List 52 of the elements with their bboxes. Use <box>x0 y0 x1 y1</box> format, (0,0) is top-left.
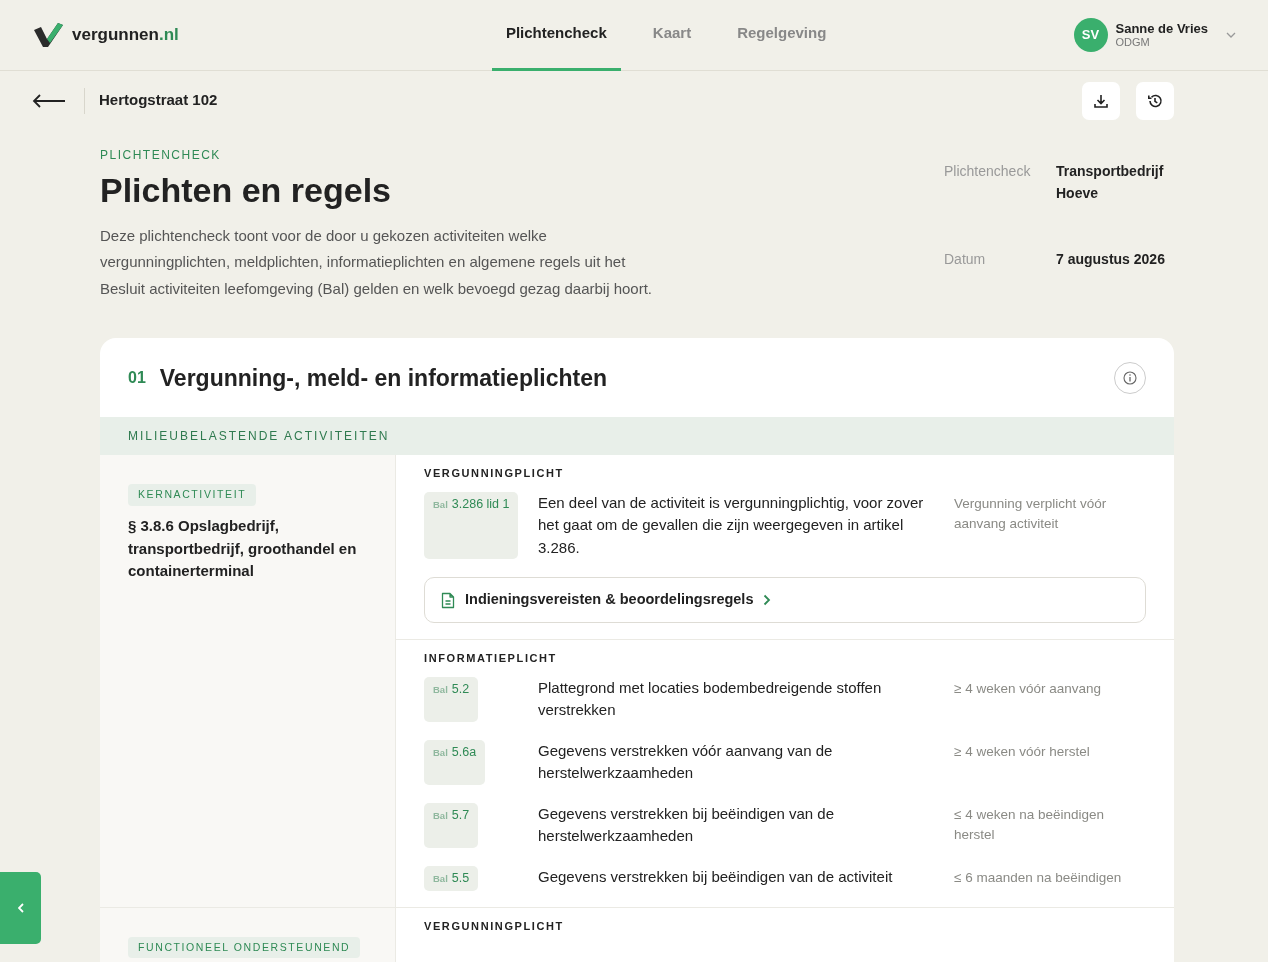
duty-heading: VERGUNNINGPLICHT <box>424 918 565 934</box>
article-reference[interactable]: Bal 5.2 <box>424 676 479 722</box>
article-reference[interactable]: Bal 3.286 lid 1 <box>424 491 519 560</box>
activity-tag: KERNACTIVITEIT <box>128 484 257 507</box>
history-button[interactable] <box>1136 81 1174 120</box>
history-icon <box>1147 92 1163 109</box>
download-button[interactable] <box>1082 81 1120 120</box>
user-organization: ODGM <box>1115 36 1151 49</box>
duty-term: ≥ 4 weken vóór herstel <box>954 742 1091 761</box>
duty-term: Vergunning verplicht vóór aanvang activiteit <box>954 494 1108 533</box>
group-header: MILIEUBELASTENDE ACTIVITEITEN <box>100 417 1174 456</box>
requirements-link[interactable]: Indieningsvereisten & beoordelingsregels <box>424 577 1146 624</box>
sidebar-toggle-button[interactable] <box>0 872 41 944</box>
duty-heading: VERGUNNINGPLICHT <box>424 466 565 482</box>
nav-tab[interactable]: Regelgeving <box>723 0 841 71</box>
duty-description: Een deel van de activiteit is vergunningplichtig, voor zover het gaat om de gevallen die zijn weergegeven in artikel 3.286. <box>538 492 925 558</box>
info-button[interactable] <box>1114 361 1146 394</box>
duty-description: Gegevens verstrekken bij beëindigen van de activiteit <box>538 866 894 887</box>
section-number: 01 <box>128 367 146 388</box>
duty-description: Gegevens verstrekken bij beëindigen van de herstelwerkzaamheden <box>538 803 836 847</box>
info-icon <box>1123 370 1137 385</box>
chevron-right-icon <box>763 594 772 607</box>
meta-label: Datum <box>944 250 987 270</box>
description-text: Deze plichtencheck toont voor de door u gekozen activiteiten welke vergunningplichten, meldplichten, informatieplichten en algemene regels uit het Besluit activiteiten leefomgeving (Bal) gelden en welk bevoegd gezag daarbij hoort. <box>100 225 653 299</box>
duty-term: ≤ 6 maanden na beëindigen <box>954 868 1123 887</box>
eyebrow-label: PLICHTENCHECK <box>100 147 222 164</box>
activity-title: § 3.8.6 Opslagbedrijf, transportbedrijf, groothandel en containerterminal <box>128 516 358 582</box>
article-reference[interactable]: Bal 5.5 <box>424 865 479 891</box>
activity-tag: FUNCTIONEEL ONDERSTEUNEND <box>128 936 361 959</box>
back-arrow-icon[interactable] <box>32 93 66 108</box>
user-name: Sanne de Vries <box>1115 21 1208 36</box>
article-reference[interactable]: Bal 5.6a <box>424 739 486 785</box>
duty-heading: INFORMATIEPLICHT <box>424 651 558 667</box>
logo-text: vergunnen.nl <box>72 24 179 47</box>
chevron-left-icon <box>17 903 24 913</box>
nav-tab[interactable]: Plichtencheck <box>491 0 621 71</box>
nav-tab[interactable]: Kaart <box>638 0 706 71</box>
duty-term: ≥ 4 weken vóór aanvang <box>954 679 1102 698</box>
duty-description: Plattegrond met locaties bodembedreigende stoffen verstrekken <box>538 677 883 721</box>
page-title: Hertogstraat 102 <box>99 90 219 111</box>
section-title: Vergunning-, meld- en informatieplichten <box>159 363 609 393</box>
meta-label: Plichtencheck <box>944 162 1032 181</box>
article-reference[interactable]: Bal 5.7 <box>424 802 479 848</box>
meta-value: 7 augustus 2026 <box>1056 250 1166 270</box>
logo-icon <box>32 22 64 48</box>
duty-term: ≤ 4 weken na beëindigen herstel <box>954 805 1106 844</box>
page-heading: Plichten en regels <box>100 170 392 211</box>
document-icon <box>441 591 455 609</box>
duty-description: Gegevens verstrekken vóór aanvang van de herstelwerkzaamheden <box>538 740 834 784</box>
meta-value: Transportbedrijf Hoeve <box>1056 162 1165 203</box>
download-icon <box>1093 92 1109 109</box>
user-avatar[interactable]: SV <box>1073 18 1108 52</box>
